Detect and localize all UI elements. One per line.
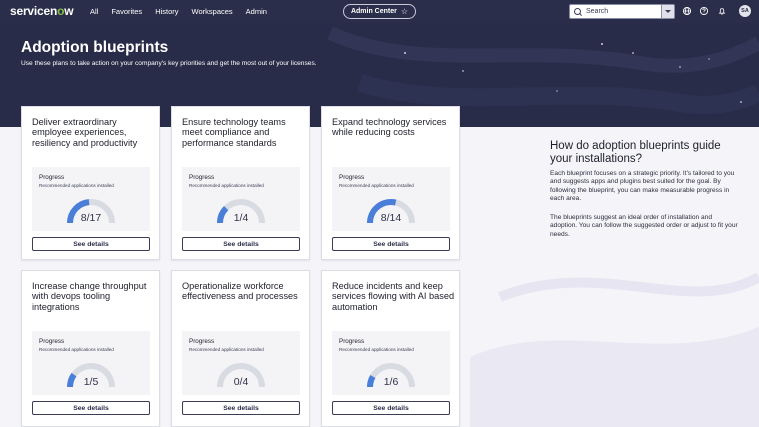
- bell-icon[interactable]: [717, 6, 727, 16]
- progress-value: 1/4: [233, 212, 249, 224]
- info-paragraph-2: The blueprints suggest an ideal order of…: [550, 214, 738, 238]
- star-icon[interactable]: ☆: [401, 7, 408, 16]
- progress-sublabel: Recommended applications installed: [339, 183, 414, 188]
- menu-workspaces[interactable]: Workspaces: [192, 7, 233, 16]
- progress-sublabel: Recommended applications installed: [339, 347, 414, 352]
- progress-panel: Progress Recommended applications install…: [182, 167, 300, 231]
- see-details-button[interactable]: See details: [32, 237, 150, 251]
- page-subtitle: Use these plans to take action on your c…: [21, 60, 317, 67]
- blueprint-card: Reduce incidents and keep services flowi…: [321, 270, 460, 427]
- menu-all[interactable]: All: [90, 7, 98, 16]
- context-pill[interactable]: Admin Center ☆: [343, 4, 416, 19]
- card-title: Reduce incidents and keep services flowi…: [332, 281, 455, 312]
- see-details-button[interactable]: See details: [332, 237, 450, 251]
- card-title: Ensure technology teams meet compliance …: [182, 117, 286, 148]
- progress-value: 0/4: [233, 376, 249, 388]
- card-title: Deliver extraordinary employee experienc…: [32, 117, 138, 148]
- progress-sublabel: Recommended applications installed: [39, 183, 114, 188]
- progress-panel: Progress Recommended applications install…: [182, 331, 300, 395]
- search-input[interactable]: Search: [584, 8, 661, 15]
- progress-panel: Progress Recommended applications install…: [332, 167, 450, 231]
- blueprint-card: Deliver extraordinary employee experienc…: [21, 106, 160, 260]
- progress-label: Progress: [339, 338, 365, 345]
- info-panel: How do adoption blueprints guide your in…: [550, 140, 740, 238]
- progress-value: 1/5: [83, 376, 99, 388]
- progress-label: Progress: [339, 174, 365, 181]
- progress-sublabel: Recommended applications installed: [39, 347, 114, 352]
- card-title: Operationalize workforce effectiveness a…: [182, 281, 298, 302]
- blueprint-card: Ensure technology teams meet compliance …: [171, 106, 310, 260]
- see-details-button[interactable]: See details: [32, 401, 150, 415]
- context-label: Admin Center: [350, 8, 397, 15]
- page-title: Adoption blueprints: [21, 39, 169, 56]
- progress-label: Progress: [189, 174, 215, 181]
- progress-panel: Progress Recommended applications install…: [332, 331, 450, 395]
- main-menu: All Favorites History Workspaces Admin: [90, 0, 280, 23]
- progress-value: 1/6: [383, 376, 399, 388]
- menu-admin[interactable]: Admin: [246, 7, 267, 16]
- blueprint-card: Operationalize workforce effectiveness a…: [171, 270, 310, 427]
- progress-panel: Progress Recommended applications install…: [32, 331, 150, 395]
- info-heading: How do adoption blueprints guide your in…: [550, 140, 721, 165]
- help-icon[interactable]: [699, 6, 709, 16]
- progress-label: Progress: [39, 174, 65, 181]
- user-avatar[interactable]: SA: [739, 5, 751, 17]
- progress-sublabel: Recommended applications installed: [189, 183, 264, 188]
- blueprint-card: Increase change throughput with devops t…: [21, 270, 160, 427]
- progress-label: Progress: [39, 338, 65, 345]
- see-details-button[interactable]: See details: [182, 237, 300, 251]
- info-paragraph-1: Each blueprint focuses on a strategic pr…: [550, 170, 735, 203]
- progress-value: 8/14: [380, 212, 402, 224]
- blueprint-card: Expand technology services while reducin…: [321, 106, 460, 260]
- search-icon: [570, 5, 584, 18]
- top-nav: servicenow All Favorites History Workspa…: [0, 0, 759, 23]
- servicenow-logo[interactable]: servicenow: [10, 4, 74, 18]
- progress-value: 8/17: [80, 212, 102, 224]
- see-details-button[interactable]: See details: [182, 401, 300, 415]
- card-title: Expand technology services while reducin…: [332, 117, 447, 138]
- progress-sublabel: Recommended applications installed: [189, 347, 264, 352]
- menu-history[interactable]: History: [155, 7, 178, 16]
- card-title: Increase change throughput with devops t…: [32, 281, 147, 312]
- globe-icon[interactable]: [682, 6, 692, 16]
- see-details-button[interactable]: See details: [332, 401, 450, 415]
- progress-panel: Progress Recommended applications install…: [32, 167, 150, 231]
- menu-favorites[interactable]: Favorites: [111, 7, 142, 16]
- global-search[interactable]: Search: [569, 4, 675, 19]
- progress-label: Progress: [189, 338, 215, 345]
- search-dropdown-button[interactable]: [661, 5, 674, 18]
